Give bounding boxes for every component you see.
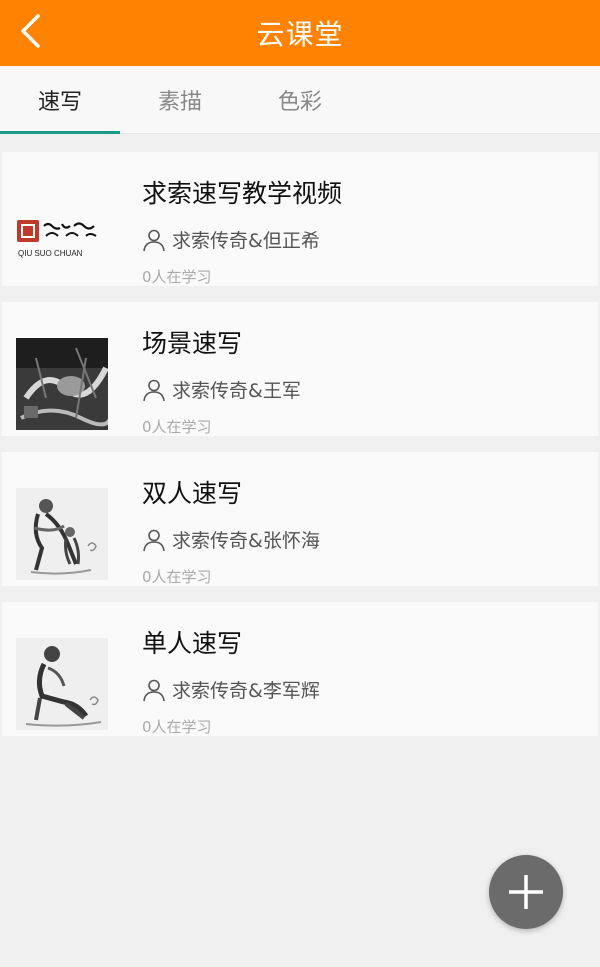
course-item[interactable]: QIU SUO CHUAN 求索速写教学视频 求索传奇&但正希 0人在学习 — [2, 152, 598, 286]
back-button[interactable] — [10, 8, 50, 54]
course-item[interactable]: 单人速写 求索传奇&李军辉 0人在学习 — [2, 602, 598, 736]
course-item[interactable]: 场景速写 求索传奇&王军 0人在学习 — [2, 302, 598, 436]
course-title: 场景速写 — [142, 329, 243, 358]
course-item[interactable]: 双人速写 求索传奇&张怀海 0人在学习 — [2, 452, 598, 586]
course-title: 单人速写 — [142, 629, 243, 658]
learner-count: 0人在学习 — [142, 268, 212, 286]
add-button[interactable] — [489, 855, 563, 929]
course-author: 求索传奇&王军 — [142, 376, 301, 403]
svg-text:QIU SUO CHUAN: QIU SUO CHUAN — [18, 249, 83, 258]
course-author-name: 求索传奇&李军辉 — [172, 680, 320, 702]
course-author-name: 求索传奇&王军 — [172, 380, 301, 402]
learner-count: 0人在学习 — [142, 718, 212, 736]
learner-count: 0人在学习 — [142, 418, 212, 436]
course-title: 求索速写教学视频 — [142, 179, 343, 208]
category-tabs: 速写 素描 色彩 — [0, 66, 600, 134]
course-author: 求索传奇&但正希 — [142, 226, 320, 253]
page-title: 云课堂 — [256, 18, 344, 51]
user-icon — [143, 679, 165, 701]
tab-color[interactable]: 色彩 — [240, 66, 360, 134]
app-header: 云课堂 — [0, 0, 600, 66]
course-thumbnail — [16, 338, 108, 430]
course-author-name: 求索传奇&张怀海 — [172, 530, 320, 552]
user-icon — [143, 529, 165, 551]
course-author: 求索传奇&张怀海 — [142, 526, 320, 553]
course-thumbnail — [16, 488, 108, 580]
learner-count: 0人在学习 — [142, 568, 212, 586]
course-author-name: 求索传奇&但正希 — [172, 230, 320, 252]
course-author: 求索传奇&李军辉 — [142, 676, 320, 703]
user-icon — [143, 379, 165, 401]
tab-sketch[interactable]: 速写 — [0, 66, 120, 134]
course-title: 双人速写 — [142, 479, 243, 508]
chevron-left-icon — [21, 14, 40, 48]
course-logo: QIU SUO CHUAN — [16, 188, 108, 280]
user-icon — [143, 229, 165, 251]
plus-icon — [509, 875, 543, 909]
tab-drawing[interactable]: 素描 — [120, 66, 240, 134]
course-thumbnail — [16, 638, 108, 730]
